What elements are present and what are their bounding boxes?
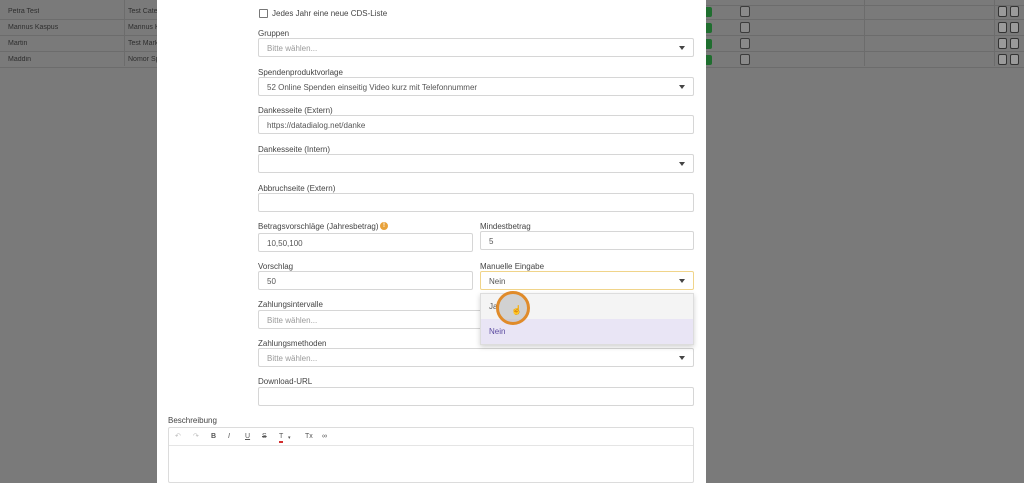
hand-pointer-icon: ☝ (511, 305, 523, 315)
pencil-icon[interactable] (998, 6, 1007, 17)
status-indicator (706, 39, 712, 49)
payment-intervals-label: Zahlungsintervalle (258, 300, 323, 309)
payment-methods-placeholder: Bitte wählen... (267, 354, 318, 363)
status-indicator (706, 55, 712, 65)
cancel-page-external-input[interactable] (258, 193, 694, 212)
amount-suggestions-value: 10,50,100 (267, 239, 303, 248)
download-url-label: Download-URL (258, 377, 313, 386)
minimum-amount-input[interactable]: 5 (480, 231, 694, 250)
trash-icon[interactable] (1010, 6, 1019, 17)
new-cds-list-label: Jedes Jahr eine neue CDS-Liste (272, 9, 388, 18)
groups-placeholder: Bitte wählen... (267, 44, 318, 53)
undo-icon[interactable]: ↶ (175, 432, 181, 441)
thanks-page-internal-select[interactable] (258, 154, 694, 173)
row-col2: Nomor Sp (128, 56, 157, 63)
template-select[interactable]: 52 Online Spenden einseitig Video kurz m… (258, 77, 694, 96)
template-label: Spendenproduktvorlage (258, 68, 343, 77)
row-col2: Test Cate (128, 8, 157, 15)
row-name: Petra Test (8, 8, 40, 15)
trash-icon[interactable] (1010, 54, 1019, 65)
chevron-down-icon (679, 46, 685, 50)
chevron-down-icon (679, 356, 685, 360)
thanks-page-internal-label: Dankesseite (Intern) (258, 145, 331, 154)
suggestion-label: Vorschlag (258, 262, 294, 271)
amount-suggestions-label: Betragsvorschläge (Jahresbetrag) (258, 222, 379, 231)
info-icon[interactable]: ! (380, 222, 388, 230)
editor-toolbar: ↶ ↷ B I U S T ▾ Tx ∞ (169, 428, 693, 446)
edit-icon[interactable] (740, 38, 750, 49)
status-indicator (706, 23, 712, 33)
row-col2: Test Mark (128, 40, 157, 47)
edit-icon[interactable] (740, 54, 750, 65)
clear-format-icon[interactable]: Tx (305, 432, 313, 441)
status-indicator (706, 7, 712, 17)
row-col2: Marinus K (128, 24, 157, 31)
pencil-icon[interactable] (998, 54, 1007, 65)
link-icon[interactable]: ∞ (322, 432, 327, 441)
manual-entry-label: Manuelle Eingabe (480, 262, 545, 271)
cancel-page-external-label: Abbruchseite (Extern) (258, 184, 336, 193)
minimum-amount-value: 5 (489, 237, 494, 246)
manual-entry-value: Nein (489, 277, 506, 286)
groups-label: Gruppen (258, 29, 290, 38)
bold-icon[interactable]: B (211, 432, 216, 441)
row-name: Maddin (8, 56, 31, 63)
payment-methods-select[interactable]: Bitte wählen... (258, 348, 694, 367)
pencil-icon[interactable] (998, 22, 1007, 33)
suggestion-value: 50 (267, 277, 276, 286)
thanks-page-external-value: https://datadialog.net/danke (267, 121, 366, 130)
strikethrough-icon[interactable]: S (262, 432, 267, 441)
italic-icon[interactable]: I (228, 432, 230, 441)
row-name: Martin (8, 40, 28, 47)
suggestion-input[interactable]: 50 (258, 271, 473, 290)
trash-icon[interactable] (1010, 38, 1019, 49)
row-name: Marinus Kaspus (8, 24, 59, 31)
chevron-down-icon (679, 279, 685, 283)
chevron-down-icon (679, 85, 685, 89)
new-cds-list-checkbox[interactable] (259, 9, 268, 18)
text-color-icon[interactable]: T (279, 432, 284, 443)
payment-intervals-placeholder: Bitte wählen... (267, 316, 318, 325)
payment-methods-label: Zahlungsmethoden (258, 339, 327, 348)
download-url-input[interactable] (258, 387, 694, 406)
underline-icon[interactable]: U (245, 432, 250, 441)
edit-icon[interactable] (740, 6, 750, 17)
description-editor[interactable]: ↶ ↷ B I U S T ▾ Tx ∞ (168, 427, 694, 483)
thanks-page-external-input[interactable]: https://datadialog.net/danke (258, 115, 694, 134)
payment-intervals-select[interactable]: Bitte wählen... (258, 310, 488, 329)
chevron-down-icon[interactable]: ▾ (288, 434, 291, 443)
chevron-down-icon (679, 162, 685, 166)
thanks-page-external-label: Dankesseite (Extern) (258, 106, 333, 115)
amount-suggestions-input[interactable]: 10,50,100 (258, 233, 473, 252)
groups-select[interactable]: Bitte wählen... (258, 38, 694, 57)
manual-entry-select[interactable]: Nein (480, 271, 694, 290)
minimum-amount-label: Mindestbetrag (480, 222, 531, 231)
edit-icon[interactable] (740, 22, 750, 33)
trash-icon[interactable] (1010, 22, 1019, 33)
redo-icon[interactable]: ↷ (193, 432, 199, 441)
description-label: Beschreibung (168, 416, 217, 425)
pencil-icon[interactable] (998, 38, 1007, 49)
template-value: 52 Online Spenden einseitig Video kurz m… (267, 83, 478, 92)
